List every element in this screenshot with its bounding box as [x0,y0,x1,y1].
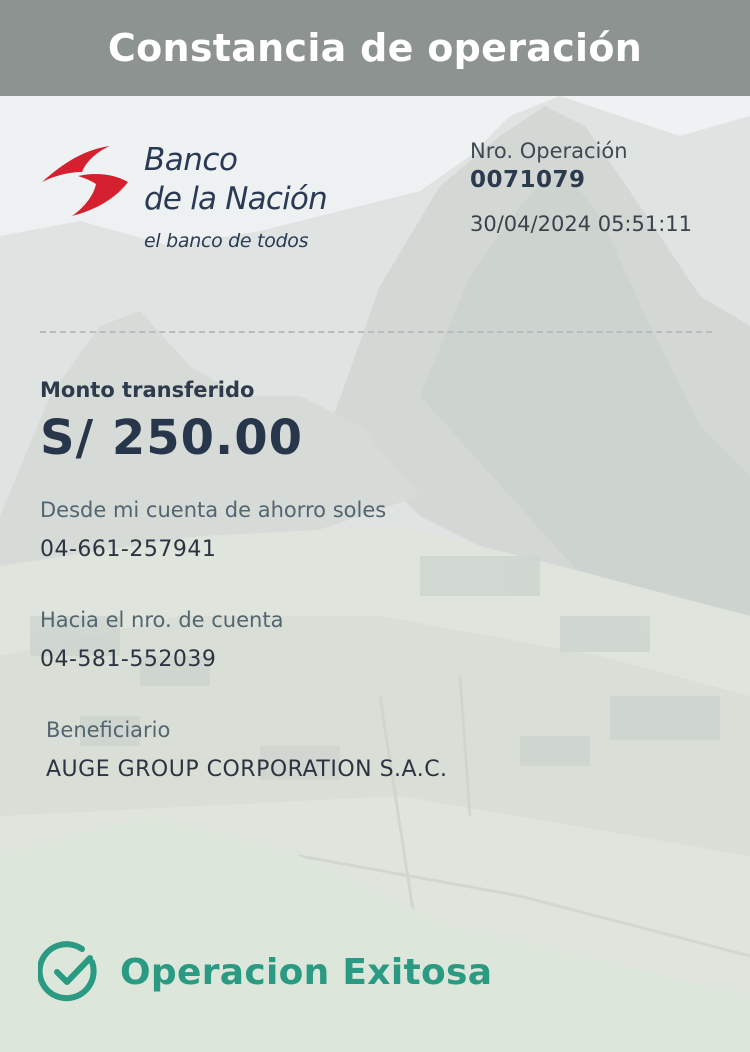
beneficiary-value: AUGE GROUP CORPORATION S.A.C. [46,757,448,782]
from-account-label: Desde mi cuenta de ahorro soles [40,498,387,522]
success-text: Operacion Exitosa [120,951,493,993]
bank-tagline: el banco de todos [144,230,309,252]
operation-number: 0071079 [470,167,586,193]
operation-datetime: 30/04/2024 05:51:11 [470,212,693,236]
bank-logo: Banco de la Nación el banco de todos [38,140,368,260]
header-bar: Constancia de operación [0,0,750,96]
success-status: Operacion Exitosa [38,940,492,1004]
dashed-divider [40,331,712,333]
beneficiary-label: Beneficiario [46,718,171,742]
amount-label: Monto transferido [40,378,255,402]
bank-name-line2: de la Nación [144,181,328,217]
amount-value: S/ 250.00 [40,410,304,466]
operation-number-label: Nro. Operación [470,139,628,163]
page-title: Constancia de operación [107,26,643,70]
from-account-value: 04-661-257941 [40,537,217,562]
to-account-label: Hacia el nro. de cuenta [40,608,284,632]
bank-name-line1: Banco [144,142,238,178]
bank-logo-mark-icon [42,146,128,216]
to-account-value: 04-581-552039 [40,647,217,672]
check-circle-icon [38,941,97,1002]
